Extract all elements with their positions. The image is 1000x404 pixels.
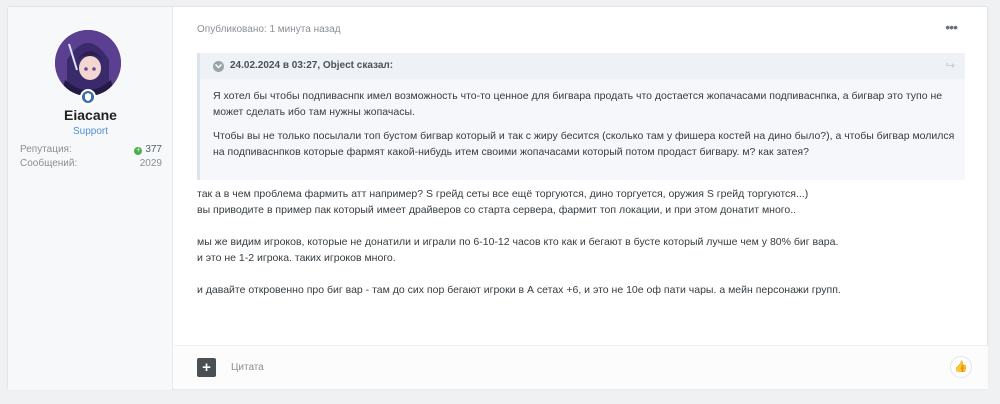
post-line: мы же видим игроков, которые не донатили… [197, 236, 839, 248]
reputation-value-wrap: +377 [134, 144, 162, 155]
chevron-down-icon[interactable] [213, 61, 224, 72]
quote-title: 24.02.2024 в 03:27, Object сказал: [230, 60, 394, 71]
posts-row: Сообщений: 2029 [20, 158, 162, 169]
avatar-image [55, 30, 121, 96]
author-username[interactable]: Eiacane [8, 107, 173, 123]
verified-badge-icon [80, 89, 96, 105]
reputation-value: 377 [145, 144, 162, 155]
reputation-plus-icon: + [134, 147, 143, 155]
reputation-label: Репутация: [20, 144, 72, 155]
quote-paragraph: Чтобы вы не только посылали топ бустом б… [213, 130, 955, 158]
quote-header[interactable]: 24.02.2024 в 03:27, Object сказал: ↪ [200, 53, 965, 79]
post-footer: + Цитата 👍 [174, 345, 988, 389]
forum-post: Eiacane Support Репутация: +377 Сообщени… [7, 6, 988, 390]
quote-block: 24.02.2024 в 03:27, Object сказал: ↪ Я х… [197, 53, 965, 180]
avatar[interactable] [55, 30, 121, 96]
quote-body: Я хотел бы чтобы подпиваснпк имел возмож… [213, 88, 958, 168]
post-line: и давайте откровенно про биг вар - там д… [197, 284, 841, 296]
author-group: Support [72, 126, 109, 137]
post-line: и это не 1-2 игрока. таких игроков много… [197, 252, 396, 264]
quote-button[interactable]: Цитата [231, 362, 264, 373]
post-line [197, 266, 967, 282]
author-panel: Eiacane Support Репутация: +377 Сообщени… [8, 7, 173, 390]
post-meta: Опубликовано: 1 минута назад [197, 24, 341, 35]
reputation-row: Репутация: +377 [20, 144, 162, 155]
posts-value: 2029 [139, 158, 162, 169]
ellipsis-icon[interactable]: ••• [945, 19, 958, 35]
thumbs-up-icon[interactable]: 👍 [950, 356, 972, 378]
posts-label: Сообщений: [20, 158, 78, 169]
post-line: так а в чем проблема фармить атт наприме… [197, 188, 809, 200]
quote-paragraph: Я хотел бы чтобы подпиваснпк имел возмож… [213, 90, 943, 118]
share-arrow-icon[interactable]: ↪ [946, 59, 955, 72]
post-line: вы приводите в пример пак который имеет … [197, 204, 797, 216]
post-line [197, 218, 967, 234]
multiquote-add-button[interactable]: + [197, 358, 216, 377]
post-content: так а в чем проблема фармить атт наприме… [197, 186, 967, 298]
